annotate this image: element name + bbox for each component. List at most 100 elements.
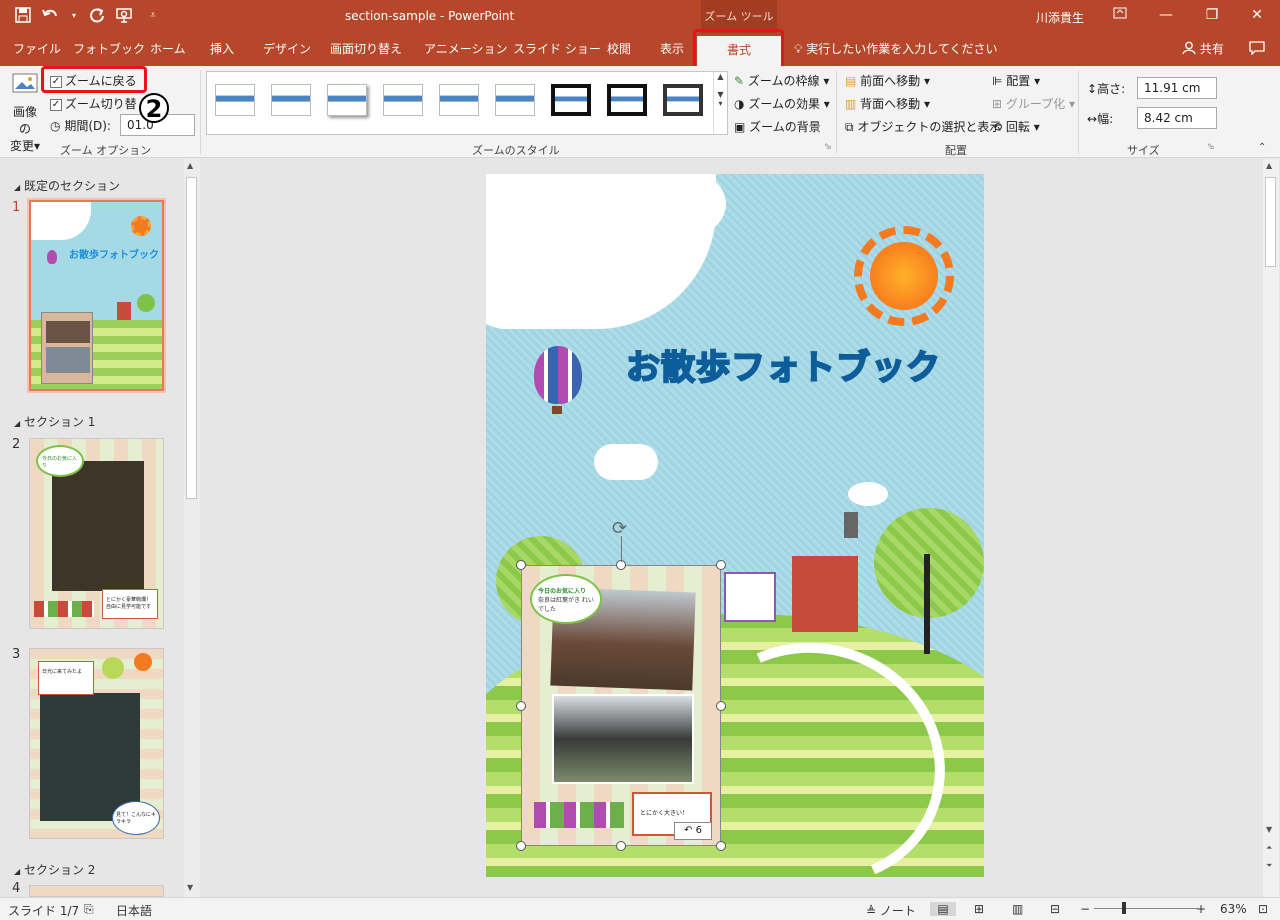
share-button[interactable]: 共有 [1180,33,1226,66]
chevron-down-icon[interactable]: ▾ [70,7,78,25]
zoom-style-2[interactable] [271,84,311,116]
zoom-slider-thumb[interactable] [1122,902,1126,914]
slide-thumbnail-2[interactable]: 今日のお気に入り とにかく豪華絢爛！ 自由に見学可能です [29,438,164,629]
size-launcher-icon[interactable]: ⬂ [1207,142,1215,152]
scrollbar-thumb[interactable] [1265,177,1276,267]
zoom-styles-gallery[interactable]: ▲ ▼ ▾ [206,71,728,135]
tab-animations[interactable]: アニメーション [422,33,510,66]
zoom-style-4[interactable] [383,84,423,116]
title-bar: ▾ ⩡ section-sample - PowerPoint ズーム ツール … [0,0,1280,33]
background-icon: ▣ [734,120,746,134]
zoom-style-5[interactable] [439,84,479,116]
tab-transitions[interactable]: 画面切り替え [328,33,404,66]
normal-view-icon[interactable]: ▤ [930,902,956,916]
align-button[interactable]: ⊫ 配置 ▾ [992,72,1040,89]
resize-handle-sw[interactable] [516,841,526,851]
zoom-style-7[interactable] [551,84,591,116]
bring-forward-button[interactable]: ▤ 前面へ移動 ▾ [845,72,930,89]
gallery-scroll[interactable]: ▲ ▼ ▾ [713,72,727,134]
tab-insert[interactable]: 挿入 [208,33,236,66]
reading-view-icon[interactable]: ▥ [1012,902,1023,916]
height-label: 高さ: [1097,82,1126,96]
present-from-start-icon[interactable] [116,7,134,25]
return-to-slide-badge[interactable]: ↶ 6 [674,822,712,840]
zoom-style-3[interactable] [327,84,367,116]
section-header-default[interactable]: ◢ 既定のセクション [14,177,120,194]
zoom-slider[interactable] [1094,908,1198,909]
slide-thumbnail-4[interactable] [29,885,164,897]
comments-icon[interactable] [1247,33,1267,66]
zoom-style-9[interactable] [663,84,703,116]
collapse-triangle-icon[interactable]: ◢ [14,183,20,192]
customize-qat-icon[interactable]: ⩡ [144,7,162,25]
tab-home[interactable]: ホーム [148,33,188,66]
section-zoom-object[interactable]: 今日のお気に入り 奈良は紅葉がき れいでした とにかく大きい！ ↶ 6 [521,565,721,846]
language-indicator[interactable]: 日本語 [116,902,152,919]
resize-handle-w[interactable] [516,701,526,711]
save-icon[interactable] [14,7,32,25]
zoom-in-icon[interactable]: + [1196,902,1206,916]
zoom-background-button[interactable]: ▣ ズームの背景 [734,118,821,135]
zoom-transition-checkbox[interactable]: ✓ ズーム切り替 [50,95,137,112]
rotate-button[interactable]: ⟲ 回転 ▾ [992,118,1040,135]
height-input[interactable]: 11.91 cm [1137,77,1217,99]
resize-handle-se[interactable] [716,841,726,851]
tab-view[interactable]: 表示 [658,33,686,66]
change-image-button[interactable]: 画像の 変更▾ [8,72,42,153]
zoom-border-button[interactable]: ✎ ズームの枠線 ▾ [734,72,829,89]
selection-pane-button[interactable]: ⧉ オブジェクトの選択と表示 [845,118,1001,135]
collapse-triangle-icon[interactable]: ◢ [14,867,20,876]
fit-slide-icon[interactable]: ⊡ [1258,902,1268,916]
group-button[interactable]: ⊞ グループ化 ▾ [992,95,1075,112]
zoom-style-1[interactable] [215,84,255,116]
speech-bubble: 見て！こんなにキラキラ [112,801,160,835]
slide-thumbnail-3[interactable]: 日光に来てみたよ 見て！こんなにキラキラ [29,648,164,839]
redo-icon[interactable] [88,7,106,25]
slide-canvas[interactable]: お散歩フォトブック 今日のお気に入り 奈良は紅葉がき れいでした とにかく大きい… [486,174,984,877]
undo-icon[interactable] [42,7,60,25]
zoom-level[interactable]: 63% [1220,902,1247,916]
tab-photobook[interactable]: フォトブック [71,33,147,66]
align-icon: ⊫ [992,74,1003,88]
zoom-style-6[interactable] [495,84,535,116]
resize-handle-nw[interactable] [516,560,526,570]
slide-thumbnail-1[interactable]: お散歩フォトブック [27,198,166,393]
slide-title[interactable]: お散歩フォトブック [625,340,941,389]
resize-handle-e[interactable] [716,701,726,711]
collapse-triangle-icon[interactable]: ◢ [14,419,20,428]
status-bar: スライド 1/7 ⎘ 日本語 ≜ ノート ▤ ⊞ ▥ ⊟ − + 63% ⊡ [0,897,1280,920]
thumbnail-scrollbar[interactable]: ▲ ▼ [184,159,200,897]
tab-slideshow[interactable]: スライド ショー [511,33,603,66]
zoom-out-icon[interactable]: − [1080,902,1090,916]
send-backward-button[interactable]: ▥ 背面へ移動 ▾ [845,95,930,112]
zoom-style-8[interactable] [607,84,647,116]
rotate-handle-icon[interactable]: ⟳ [612,520,632,540]
close-icon[interactable]: ✕ [1234,0,1280,33]
house-icon [117,302,131,320]
zoom-effects-button[interactable]: ◑ ズームの効果 ▾ [734,95,830,112]
width-input[interactable]: 8.42 cm [1137,107,1217,129]
tab-review[interactable]: 校閲 [605,33,633,66]
tab-design[interactable]: デザイン [261,33,313,66]
spellcheck-icon[interactable]: ⎘ [84,902,94,917]
slide-sorter-icon[interactable]: ⊞ [974,902,984,916]
ribbon-display-options-icon[interactable] [1097,0,1143,33]
user-name[interactable]: 川添貴生 [1036,9,1084,26]
tell-me-box[interactable]: 💡︎ 実行したい作業を入力してください [792,33,1000,66]
checkbox-checked[interactable]: ✓ [50,98,62,111]
zoom-styles-launcher-icon[interactable]: ⬂ [824,142,832,152]
collapse-ribbon-icon[interactable]: ⌃ [1258,142,1266,153]
resize-handle-ne[interactable] [716,560,726,570]
tab-file[interactable]: ファイル [11,33,63,66]
resize-handle-s[interactable] [616,841,626,851]
balloon-basket [552,406,562,414]
width-value: 8.42 cm [1144,111,1193,125]
notes-button[interactable]: ≜ ノート [866,902,916,919]
restore-icon[interactable]: ❐ [1189,0,1235,33]
minimize-icon[interactable]: — [1143,0,1189,33]
canvas-scrollbar[interactable]: ▲ ▼ ⏶ ⏷ [1263,159,1279,897]
slideshow-icon[interactable]: ⊟ [1050,902,1060,916]
scrollbar-thumb[interactable] [186,177,197,499]
section-header-1[interactable]: ◢ セクション 1 [14,413,95,430]
section-header-2[interactable]: ◢ セクション 2 [14,861,95,878]
